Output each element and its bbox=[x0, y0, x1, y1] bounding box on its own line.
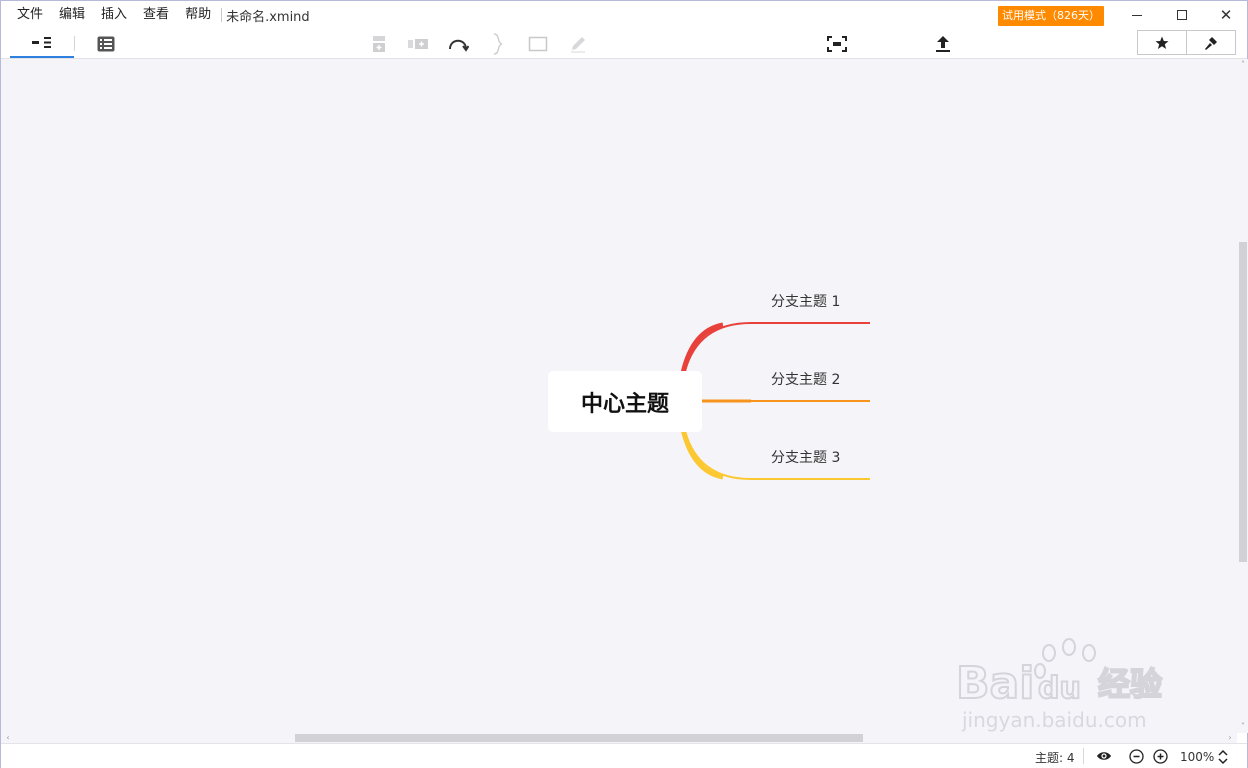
vertical-scroll-thumb[interactable] bbox=[1239, 242, 1247, 562]
mindmap-view-icon bbox=[32, 36, 51, 48]
tab-outline-view[interactable] bbox=[85, 29, 127, 58]
scroll-up-icon[interactable]: ˄ bbox=[1237, 59, 1248, 71]
svg-text:经验: 经验 bbox=[1098, 665, 1162, 703]
favorites-button[interactable] bbox=[1138, 31, 1186, 54]
share-export-icon bbox=[936, 36, 950, 52]
fit-map-button[interactable] bbox=[825, 32, 849, 56]
toolbar-divider bbox=[74, 36, 75, 51]
relationship-icon bbox=[449, 39, 469, 52]
branch-connector-1 bbox=[680, 322, 724, 374]
zoom-level[interactable]: 100% bbox=[1180, 750, 1214, 764]
summary-icon bbox=[493, 33, 503, 55]
topic-button[interactable] bbox=[406, 32, 430, 56]
relationship-button[interactable] bbox=[446, 32, 470, 56]
note-button[interactable] bbox=[566, 32, 590, 56]
maximize-icon bbox=[1177, 10, 1187, 20]
format-button[interactable] bbox=[1186, 31, 1235, 54]
subtopic-button[interactable] bbox=[367, 32, 391, 56]
baidu-jingyan-watermark: Bai du 经验 jingyan.baidu.com bbox=[956, 638, 1163, 732]
subtopic-icon bbox=[373, 36, 385, 52]
zoom-out-icon bbox=[1128, 748, 1144, 764]
horizontal-scrollbar[interactable]: ‹ › bbox=[1, 733, 1237, 743]
menu-help[interactable]: 帮助 bbox=[177, 1, 219, 29]
svg-text:jingyan.baidu.com: jingyan.baidu.com bbox=[961, 708, 1147, 732]
maximize-button[interactable] bbox=[1159, 1, 1205, 29]
menu-view[interactable]: 查看 bbox=[135, 1, 177, 29]
topic-icon bbox=[408, 39, 428, 49]
status-bar: 主题: 4 100% bbox=[1, 743, 1247, 768]
zoom-in-button[interactable] bbox=[1151, 747, 1169, 765]
toolbar bbox=[1, 29, 1247, 59]
scroll-down-icon[interactable]: ˅ bbox=[1237, 721, 1248, 733]
branch-topic-1[interactable]: 分支主题 1 bbox=[771, 291, 840, 311]
panel-toggle-group bbox=[1137, 30, 1236, 55]
zoom-in-icon bbox=[1152, 748, 1168, 764]
status-divider bbox=[1083, 748, 1084, 764]
document-title: 未命名.xmind bbox=[226, 9, 310, 25]
horizontal-scroll-thumb[interactable] bbox=[295, 734, 863, 742]
menu-file[interactable]: 文件 bbox=[9, 1, 51, 29]
menu-insert[interactable]: 插入 bbox=[93, 1, 135, 29]
scroll-left-icon[interactable]: ‹ bbox=[3, 733, 13, 743]
format-brush-icon bbox=[1205, 36, 1217, 50]
eye-icon bbox=[1097, 752, 1111, 760]
svg-text:du: du bbox=[1038, 671, 1081, 706]
star-icon bbox=[1155, 36, 1169, 49]
central-topic[interactable]: 中心主题 bbox=[548, 371, 702, 432]
zoom-out-button[interactable] bbox=[1127, 747, 1145, 765]
summary-button[interactable] bbox=[486, 32, 510, 56]
title-separator bbox=[221, 8, 223, 22]
zoom-stepper-icon[interactable] bbox=[1217, 748, 1229, 766]
outline-view-icon bbox=[97, 36, 115, 51]
close-button[interactable]: ✕ bbox=[1203, 1, 1248, 29]
boundary-icon bbox=[528, 36, 548, 52]
boundary-button[interactable] bbox=[526, 32, 550, 56]
view-toggle-button[interactable] bbox=[1095, 747, 1113, 765]
tab-mindmap-view[interactable] bbox=[10, 29, 74, 58]
branch-connector-3 bbox=[680, 428, 724, 480]
branch-topic-2[interactable]: 分支主题 2 bbox=[771, 369, 840, 389]
topic-count: 主题: 4 bbox=[1035, 751, 1075, 765]
minimize-icon bbox=[1132, 14, 1142, 16]
vertical-scrollbar[interactable]: ˄ ˅ bbox=[1237, 59, 1248, 733]
scroll-right-icon[interactable]: › bbox=[1225, 733, 1235, 743]
share-button[interactable] bbox=[931, 32, 955, 56]
mindmap-canvas[interactable]: 中心主题 分支主题 1 分支主题 2 分支主题 3 Bai du 经验 jing… bbox=[1, 59, 1237, 733]
fit-map-icon bbox=[827, 36, 847, 52]
close-icon: ✕ bbox=[1219, 6, 1233, 24]
minimize-button[interactable] bbox=[1114, 1, 1160, 29]
menu-edit[interactable]: 编辑 bbox=[51, 1, 93, 29]
trial-mode-badge[interactable]: 试用模式（826天） bbox=[998, 6, 1104, 26]
branch-topic-3[interactable]: 分支主题 3 bbox=[771, 447, 840, 467]
app-window: 文件 编辑 插入 查看 帮助 未命名.xmind 试用模式（826天） ✕ 中心… bbox=[0, 0, 1248, 768]
svg-text:Bai: Bai bbox=[956, 658, 1034, 709]
note-icon bbox=[571, 37, 585, 53]
